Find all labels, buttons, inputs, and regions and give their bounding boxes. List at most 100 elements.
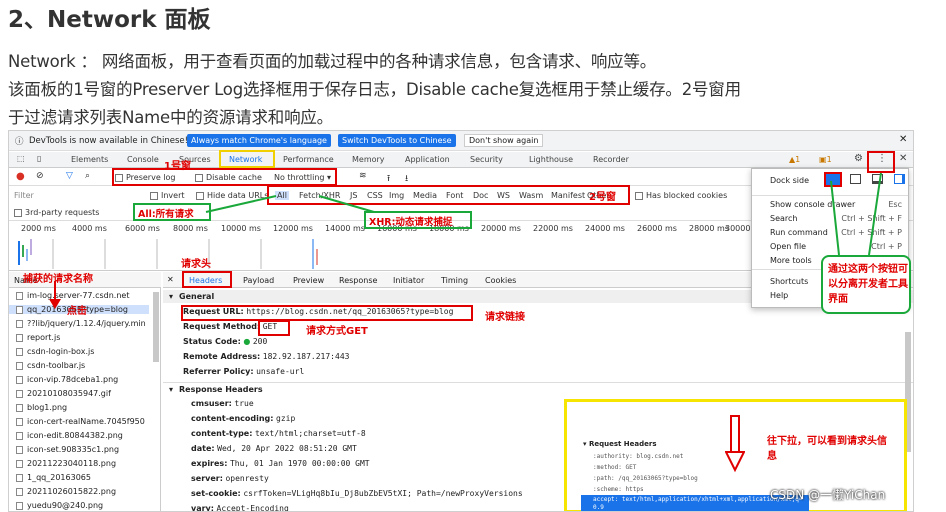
paragraph-line-2: 该面板的1号窗的Preserver Log选择框用于保存日志，Disable c… bbox=[8, 80, 741, 99]
response-header-row: server: openresty bbox=[191, 474, 269, 483]
response-header-row: vary: Accept-Encoding bbox=[191, 504, 289, 512]
error-badge[interactable]: ▣1 bbox=[819, 155, 832, 164]
gear-icon[interactable]: ⚙ bbox=[854, 153, 863, 164]
tab-response[interactable]: Response bbox=[339, 276, 377, 285]
tab-recorder[interactable]: Recorder bbox=[593, 155, 629, 164]
annotation-window-1: 1号窗 bbox=[164, 161, 191, 172]
watermark: CSDN @一懒YiChan bbox=[770, 488, 886, 502]
tab-cookies[interactable]: Cookies bbox=[485, 276, 516, 285]
close-icon[interactable]: ✕ bbox=[899, 134, 907, 145]
tick-4: 10000 ms bbox=[221, 224, 261, 233]
menu-item-open-file[interactable]: Open file bbox=[770, 242, 806, 251]
tab-application[interactable]: Application bbox=[405, 155, 450, 164]
list-item[interactable]: csdn-login-box.js bbox=[16, 347, 94, 356]
blocked-cookies-checkbox[interactable]: Has blocked cookies bbox=[635, 191, 727, 200]
tab-performance[interactable]: Performance bbox=[283, 155, 334, 164]
warning-count: 1 bbox=[795, 155, 801, 164]
dont-show-button[interactable]: Don't show again bbox=[464, 134, 544, 147]
annotation-click: 点击 bbox=[67, 306, 87, 317]
inspect-icon[interactable]: ⬚ bbox=[17, 154, 25, 163]
list-item[interactable]: icon-set.908335c1.png bbox=[16, 445, 119, 454]
list-item[interactable]: report.js bbox=[16, 333, 60, 342]
status-dot-icon: ● bbox=[243, 337, 251, 346]
separate-note: 通过这两个按钮可以分离开发者工具界面 bbox=[821, 255, 911, 314]
list-item[interactable]: icon-cert-realName.7045f950 bbox=[16, 417, 145, 426]
list-item[interactable]: 20211026015822.png bbox=[16, 487, 116, 496]
page-title: 2、Network 面板 bbox=[8, 7, 211, 33]
menu-item-shortcuts[interactable]: Shortcuts bbox=[770, 277, 808, 286]
tab-elements[interactable]: Elements bbox=[71, 155, 108, 164]
menu-item-help[interactable]: Help bbox=[770, 291, 788, 300]
headers-tab-box bbox=[182, 271, 232, 288]
list-item[interactable]: icon-vip.78dceba1.png bbox=[16, 375, 118, 384]
inset-row: :authority: blog.csdn.net bbox=[593, 453, 684, 460]
menu-item-search[interactable]: Search bbox=[770, 214, 797, 223]
list-item[interactable]: blog1.png bbox=[16, 403, 67, 412]
request-url-box bbox=[181, 305, 473, 321]
warning-badge[interactable]: ▲1 bbox=[789, 155, 800, 164]
wifi-icon[interactable]: ≋ bbox=[359, 171, 367, 181]
tab-security[interactable]: Security bbox=[470, 155, 503, 164]
tab-lighthouse[interactable]: Lighthouse bbox=[529, 155, 573, 164]
timeline-bars bbox=[18, 239, 318, 269]
tab-preview[interactable]: Preview bbox=[293, 276, 324, 285]
response-header-row: content-encoding: gzip bbox=[191, 414, 296, 423]
device-icon[interactable]: ▯ bbox=[37, 154, 41, 163]
inset-accept-2: 0.9 bbox=[593, 504, 604, 511]
list-item[interactable]: 20210108035947.gif bbox=[16, 389, 111, 398]
tick-12: 26000 ms bbox=[637, 224, 677, 233]
close-detail-icon[interactable]: ✕ bbox=[167, 275, 174, 284]
tab-timing[interactable]: Timing bbox=[441, 276, 468, 285]
green-pointer-lines bbox=[830, 172, 882, 256]
list-item[interactable]: im-log.server-77.csdn.net bbox=[16, 291, 129, 300]
list-item[interactable]: yuedu90@240.png bbox=[16, 501, 103, 510]
tick-10: 22000 ms bbox=[533, 224, 573, 233]
record-icon[interactable]: ● bbox=[16, 171, 25, 182]
filter-icon[interactable]: ▽ bbox=[66, 171, 73, 181]
invert-label: Invert bbox=[161, 191, 185, 200]
infobar-message: DevTools is now available in Chinese! bbox=[29, 136, 189, 146]
tick-13: 28000 ms bbox=[689, 224, 729, 233]
list-item[interactable]: 1_qq_20163065 bbox=[16, 473, 91, 482]
tick-14: 30000 bbox=[725, 224, 751, 233]
list-item[interactable]: 20211223040118.png bbox=[16, 459, 116, 468]
annotation-separate: 通过这两个按钮可以分离开发者工具界面 bbox=[828, 264, 908, 305]
invert-checkbox[interactable]: Invert bbox=[150, 191, 185, 200]
status-code-value: 200 bbox=[252, 337, 268, 346]
list-scrollbar[interactable] bbox=[153, 292, 159, 362]
response-header-row: expires: Thu, 01 Jan 1970 00:00:00 GMT bbox=[191, 459, 370, 468]
tab-memory[interactable]: Memory bbox=[352, 155, 385, 164]
annotation-request-method: 请求方式GET bbox=[306, 326, 368, 337]
close-devtools-icon[interactable]: ✕ bbox=[899, 153, 907, 164]
response-header-row: cmsuser: true bbox=[191, 399, 254, 408]
panel-tabs: ⬚ ▯ Elements Console Sources Network Per… bbox=[9, 152, 913, 168]
response-header-row: date: Wed, 20 Apr 2022 08:51:20 GMT bbox=[191, 444, 357, 453]
tick-2: 6000 ms bbox=[125, 224, 160, 233]
filter-input[interactable]: Filter bbox=[14, 191, 34, 200]
request-method-box bbox=[258, 320, 290, 336]
switch-chinese-button[interactable]: Switch DevTools to Chinese bbox=[338, 134, 456, 147]
menu-item-more-tools[interactable]: More tools bbox=[770, 256, 812, 265]
always-match-button[interactable]: Always match Chrome's language bbox=[187, 134, 331, 147]
third-party-checkbox[interactable]: 3rd-party requests bbox=[14, 208, 99, 217]
response-toggle-icon: ▾ bbox=[169, 385, 174, 394]
clear-icon[interactable]: ⊘ bbox=[36, 171, 44, 181]
scroll-down-arrow-icon bbox=[725, 415, 745, 473]
list-item[interactable]: csdn-toolbar.js bbox=[16, 361, 85, 370]
search-icon[interactable]: ⌕ bbox=[85, 171, 90, 181]
tab-payload[interactable]: Payload bbox=[243, 276, 274, 285]
tab-console[interactable]: Console bbox=[127, 155, 159, 164]
response-headers-section[interactable]: ▾ Response Headers bbox=[163, 382, 913, 395]
blocked-cookies-label: Has blocked cookies bbox=[646, 191, 728, 200]
general-toggle-icon: ▾ bbox=[169, 292, 174, 301]
devtools-screenshot: ⓘ DevTools is now available in Chinese! … bbox=[8, 130, 914, 512]
paragraph-line-3: 于过滤请求列表Name中的资源请求和响应。 bbox=[8, 108, 333, 127]
list-item[interactable]: icon-edit.80844382.png bbox=[16, 431, 123, 440]
inset-title: ▾ Request Headers bbox=[583, 440, 657, 448]
tab-initiator[interactable]: Initiator bbox=[393, 276, 424, 285]
annotation-scroll: 往下拉，可以看到请求头信息 bbox=[767, 436, 887, 462]
inset-row: :scheme: https bbox=[593, 486, 644, 493]
general-title: General bbox=[179, 292, 215, 301]
window-1-box bbox=[112, 168, 337, 186]
list-item[interactable]: ??lib/jquery/1.12.4/jquery.min bbox=[16, 319, 146, 328]
